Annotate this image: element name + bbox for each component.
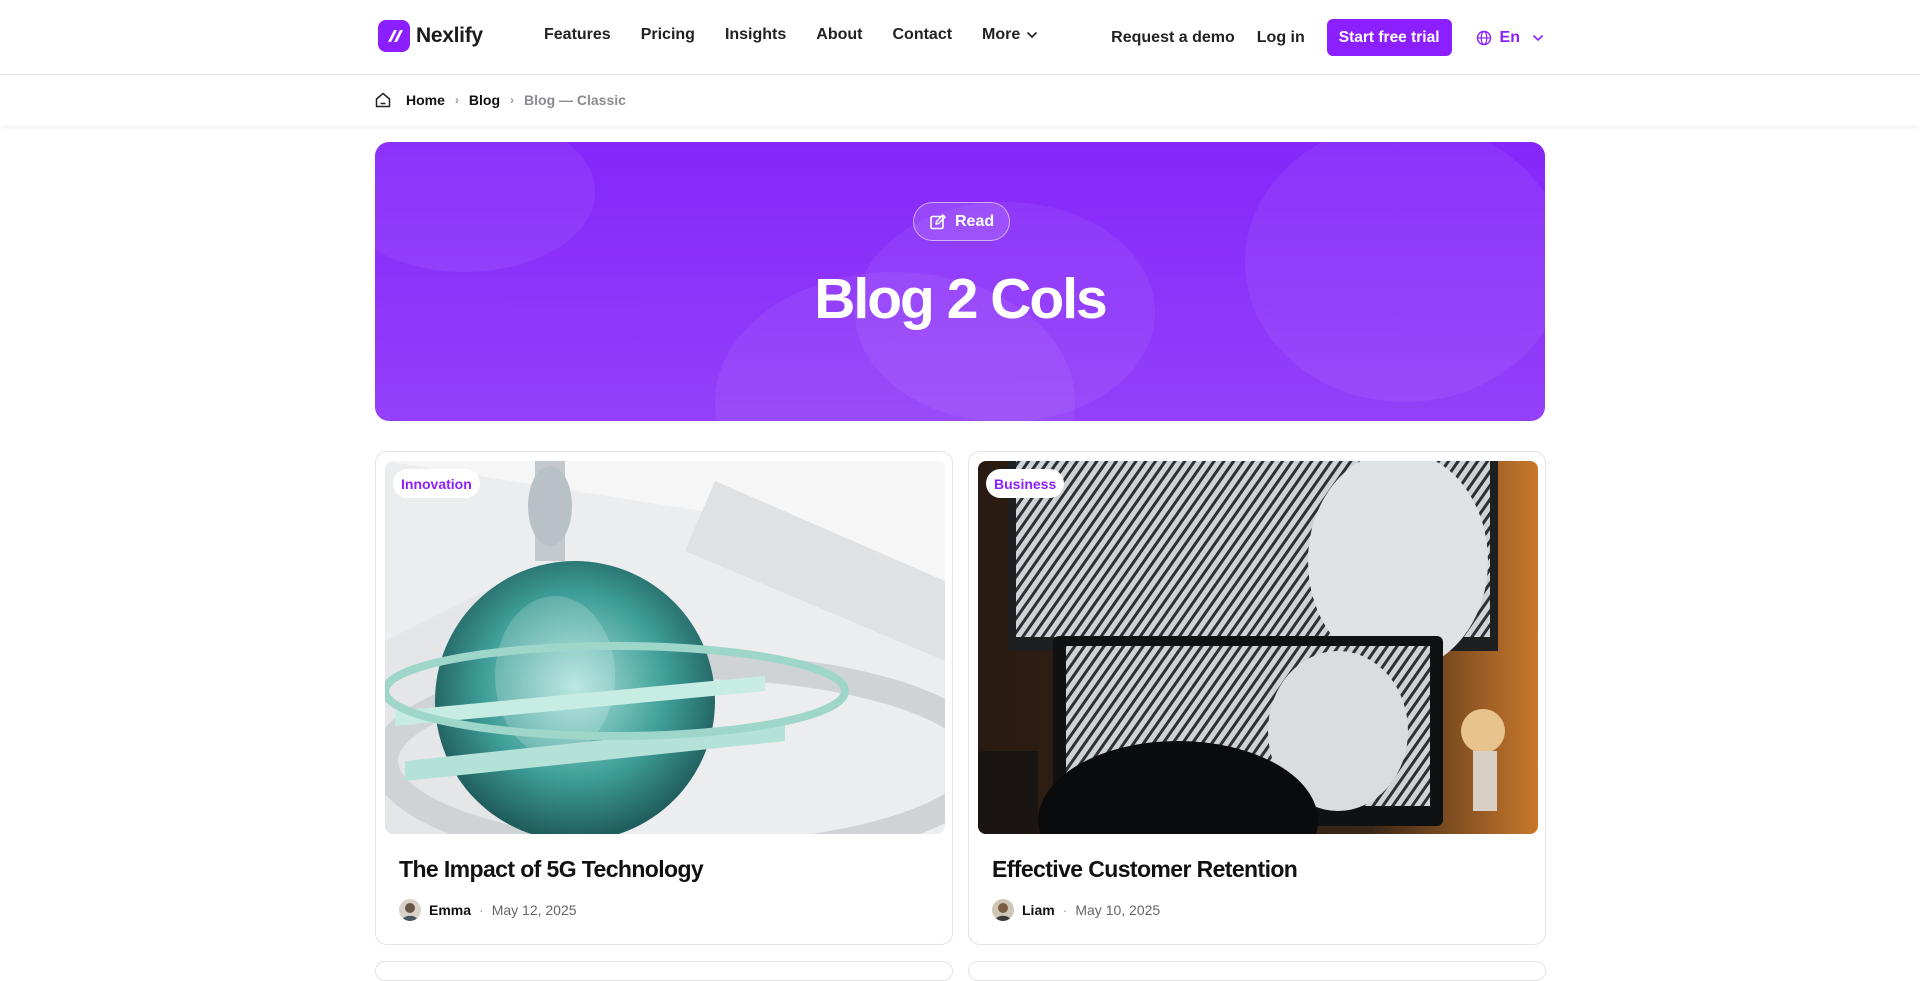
nav-insights[interactable]: Insights	[725, 26, 786, 44]
breadcrumb-current: Blog — Classic	[524, 92, 626, 108]
blog-card-meta: Liam · May 10, 2025	[992, 899, 1160, 921]
blog-card-title[interactable]: Effective Customer Retention	[992, 856, 1298, 883]
chevron-right-icon: ›	[510, 93, 515, 107]
post-date: May 12, 2025	[491, 902, 577, 918]
meta-separator: ·	[479, 902, 484, 918]
chevron-down-icon	[1532, 34, 1544, 41]
login-link[interactable]: Log in	[1257, 29, 1305, 47]
main-nav: Features Pricing Insights About Contact …	[544, 26, 1038, 44]
author-name[interactable]: Liam	[1022, 902, 1055, 918]
blog-card[interactable]	[968, 961, 1546, 981]
hero-banner: Read Blog 2 Cols	[375, 142, 1545, 421]
request-demo-link[interactable]: Request a demo	[1111, 29, 1235, 47]
nav-features[interactable]: Features	[544, 26, 611, 44]
page-title: Blog 2 Cols	[814, 267, 1108, 331]
avatar	[399, 899, 421, 921]
start-trial-button[interactable]: Start free trial	[1326, 19, 1452, 56]
language-selector[interactable]: En	[1476, 29, 1544, 47]
read-pill: Read	[913, 202, 1011, 241]
author-name[interactable]: Emma	[429, 902, 471, 918]
edit-icon	[930, 213, 946, 229]
blog-card-meta: Emma · May 12, 2025	[399, 899, 577, 921]
site-header: Nexlify Features Pricing Insights About …	[0, 0, 1920, 75]
logo[interactable]: Nexlify	[378, 20, 483, 52]
blog-card-image[interactable]: Business	[978, 461, 1538, 834]
nav-about[interactable]: About	[816, 26, 862, 44]
nav-contact[interactable]: Contact	[892, 26, 952, 44]
globe-icon	[1476, 30, 1491, 45]
chevron-down-icon	[1027, 31, 1038, 39]
post-date: May 10, 2025	[1075, 902, 1161, 918]
breadcrumb-blog[interactable]: Blog	[469, 92, 500, 108]
language-label: En	[1499, 28, 1520, 46]
meta-separator: ·	[1062, 902, 1068, 918]
header-actions: Request a demo Log in Start free trial E…	[1111, 19, 1544, 56]
nav-more[interactable]: More	[982, 26, 1038, 44]
home-icon[interactable]	[374, 91, 392, 109]
blog-card[interactable]: Innovation The Impact of 5G Technology E…	[375, 451, 953, 945]
category-tag[interactable]: Business	[986, 469, 1065, 498]
breadcrumb-bar: Home › Blog › Blog — Classic	[0, 76, 1920, 126]
blog-card[interactable]: Business Effective Customer Retention Li…	[968, 451, 1546, 945]
nav-pricing[interactable]: Pricing	[641, 26, 695, 44]
blog-card[interactable]	[375, 961, 953, 981]
read-pill-label: Read	[955, 212, 995, 230]
breadcrumb: Home › Blog › Blog — Classic	[374, 91, 626, 109]
category-tag[interactable]: Innovation	[393, 469, 480, 498]
nav-more-label: More	[982, 26, 1021, 43]
chevron-right-icon: ›	[454, 93, 459, 107]
blog-card-title[interactable]: The Impact of 5G Technology	[399, 856, 704, 883]
logo-mark-icon	[378, 20, 410, 52]
breadcrumb-home[interactable]: Home	[406, 92, 445, 108]
blog-card-image[interactable]: Innovation	[385, 461, 945, 834]
logo-text: Nexlify	[416, 24, 483, 47]
cloud-decoration	[375, 142, 595, 272]
avatar	[992, 899, 1014, 921]
